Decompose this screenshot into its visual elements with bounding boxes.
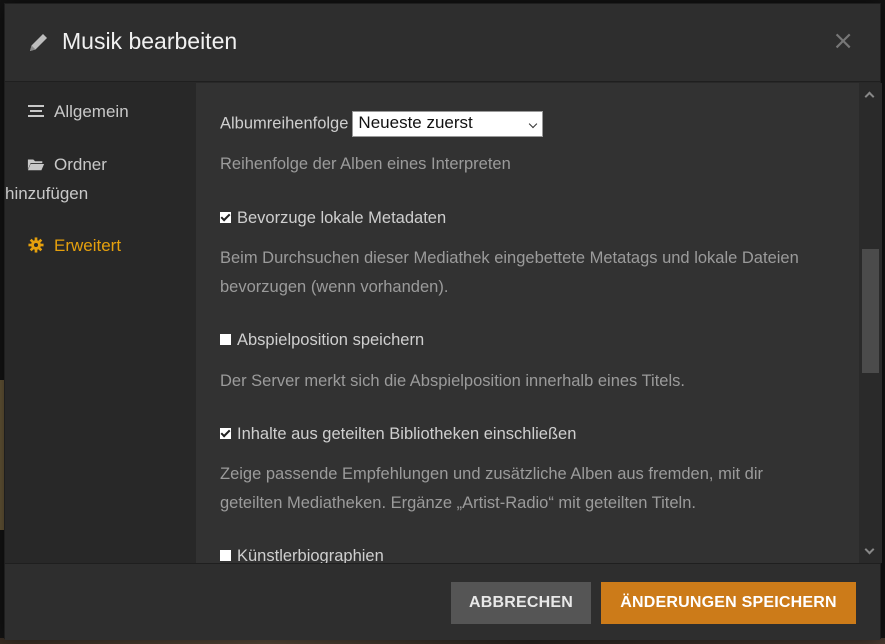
sidebar-item-general[interactable]: Allgemein	[27, 97, 129, 126]
cancel-button[interactable]: ABBRECHEN	[451, 582, 591, 624]
scroll-down-icon[interactable]	[864, 544, 875, 555]
scrollbar-thumb[interactable]	[862, 249, 879, 373]
save-play-position-row[interactable]: Abspielposition speichern	[220, 331, 424, 350]
chevron-down-icon	[529, 119, 538, 129]
scroll-up-icon[interactable]	[864, 91, 875, 102]
save-play-position-description: Der Server merkt sich die Abspielpositio…	[220, 372, 685, 390]
prefer-local-metadata-label: Bevorzuge lokale Metadaten	[237, 209, 447, 227]
sidebar-item-label: Erweitert	[54, 236, 122, 255]
dialog-header: Musik bearbeiten ×	[5, 4, 880, 82]
sidebar-item-advanced[interactable]: Erweitert	[27, 231, 121, 260]
close-icon[interactable]: ×	[832, 28, 854, 54]
save-changes-button[interactable]: ÄNDERUNGEN SPEICHERN	[601, 582, 856, 624]
sidebar-item-label: hinzufügen	[5, 184, 89, 203]
save-play-position-checkbox[interactable]	[220, 334, 231, 345]
album-order-label: Albumreihenfolge	[220, 114, 349, 133]
sidebar-item-label: Allgemein	[54, 102, 129, 121]
sidebar-item-add-folders[interactable]: Ordner hinzufügen	[5, 150, 107, 208]
dialog-footer: ABBRECHEN ÄNDERUNGEN SPEICHERN	[5, 563, 880, 640]
artist-bios-label: Künstlerbiographien	[237, 547, 384, 563]
gear-icon	[28, 237, 44, 253]
include-shared-libraries-label: Inhalte aus geteilten Bibliotheken einsc…	[237, 425, 577, 443]
artist-bios-checkbox[interactable]	[220, 550, 231, 561]
dialog-title: Musik bearbeiten	[62, 28, 238, 54]
sidebar-item-label: Ordner	[54, 155, 107, 174]
album-order-value: Neueste zuerst	[358, 113, 473, 132]
album-order-description: Reihenfolge der Alben eines Interpreten	[220, 155, 511, 173]
list-icon	[28, 105, 44, 117]
prefer-local-metadata-row[interactable]: Bevorzuge lokale Metadaten	[220, 209, 446, 228]
artist-bios-row[interactable]: Künstlerbiographien	[220, 547, 384, 563]
include-shared-libraries-row[interactable]: Inhalte aus geteilten Bibliotheken einsc…	[220, 425, 576, 444]
prefer-local-metadata-checkbox[interactable]	[220, 212, 231, 223]
settings-sidebar: Allgemein Ordner hinzufügen Erweitert	[5, 83, 196, 563]
save-play-position-label: Abspielposition speichern	[237, 331, 425, 349]
folder-icon	[27, 159, 45, 171]
edit-library-dialog: Musik bearbeiten × Allgemein Ordner hinz…	[4, 3, 882, 640]
include-shared-libraries-description: Zeige passende Empfehlungen und zusätzli…	[220, 465, 763, 512]
prefer-local-metadata-description: Beim Durchsuchen dieser Mediathek eingeb…	[220, 249, 799, 296]
include-shared-libraries-checkbox[interactable]	[220, 428, 231, 439]
album-order-row: Albumreihenfolge Neueste zuerst	[220, 111, 544, 137]
pencil-icon	[30, 34, 47, 51]
album-order-select[interactable]: Neueste zuerst	[352, 111, 544, 137]
content-scrollbar[interactable]	[859, 83, 882, 563]
settings-content: Albumreihenfolge Neueste zuerst Reihenfol…	[196, 83, 859, 563]
